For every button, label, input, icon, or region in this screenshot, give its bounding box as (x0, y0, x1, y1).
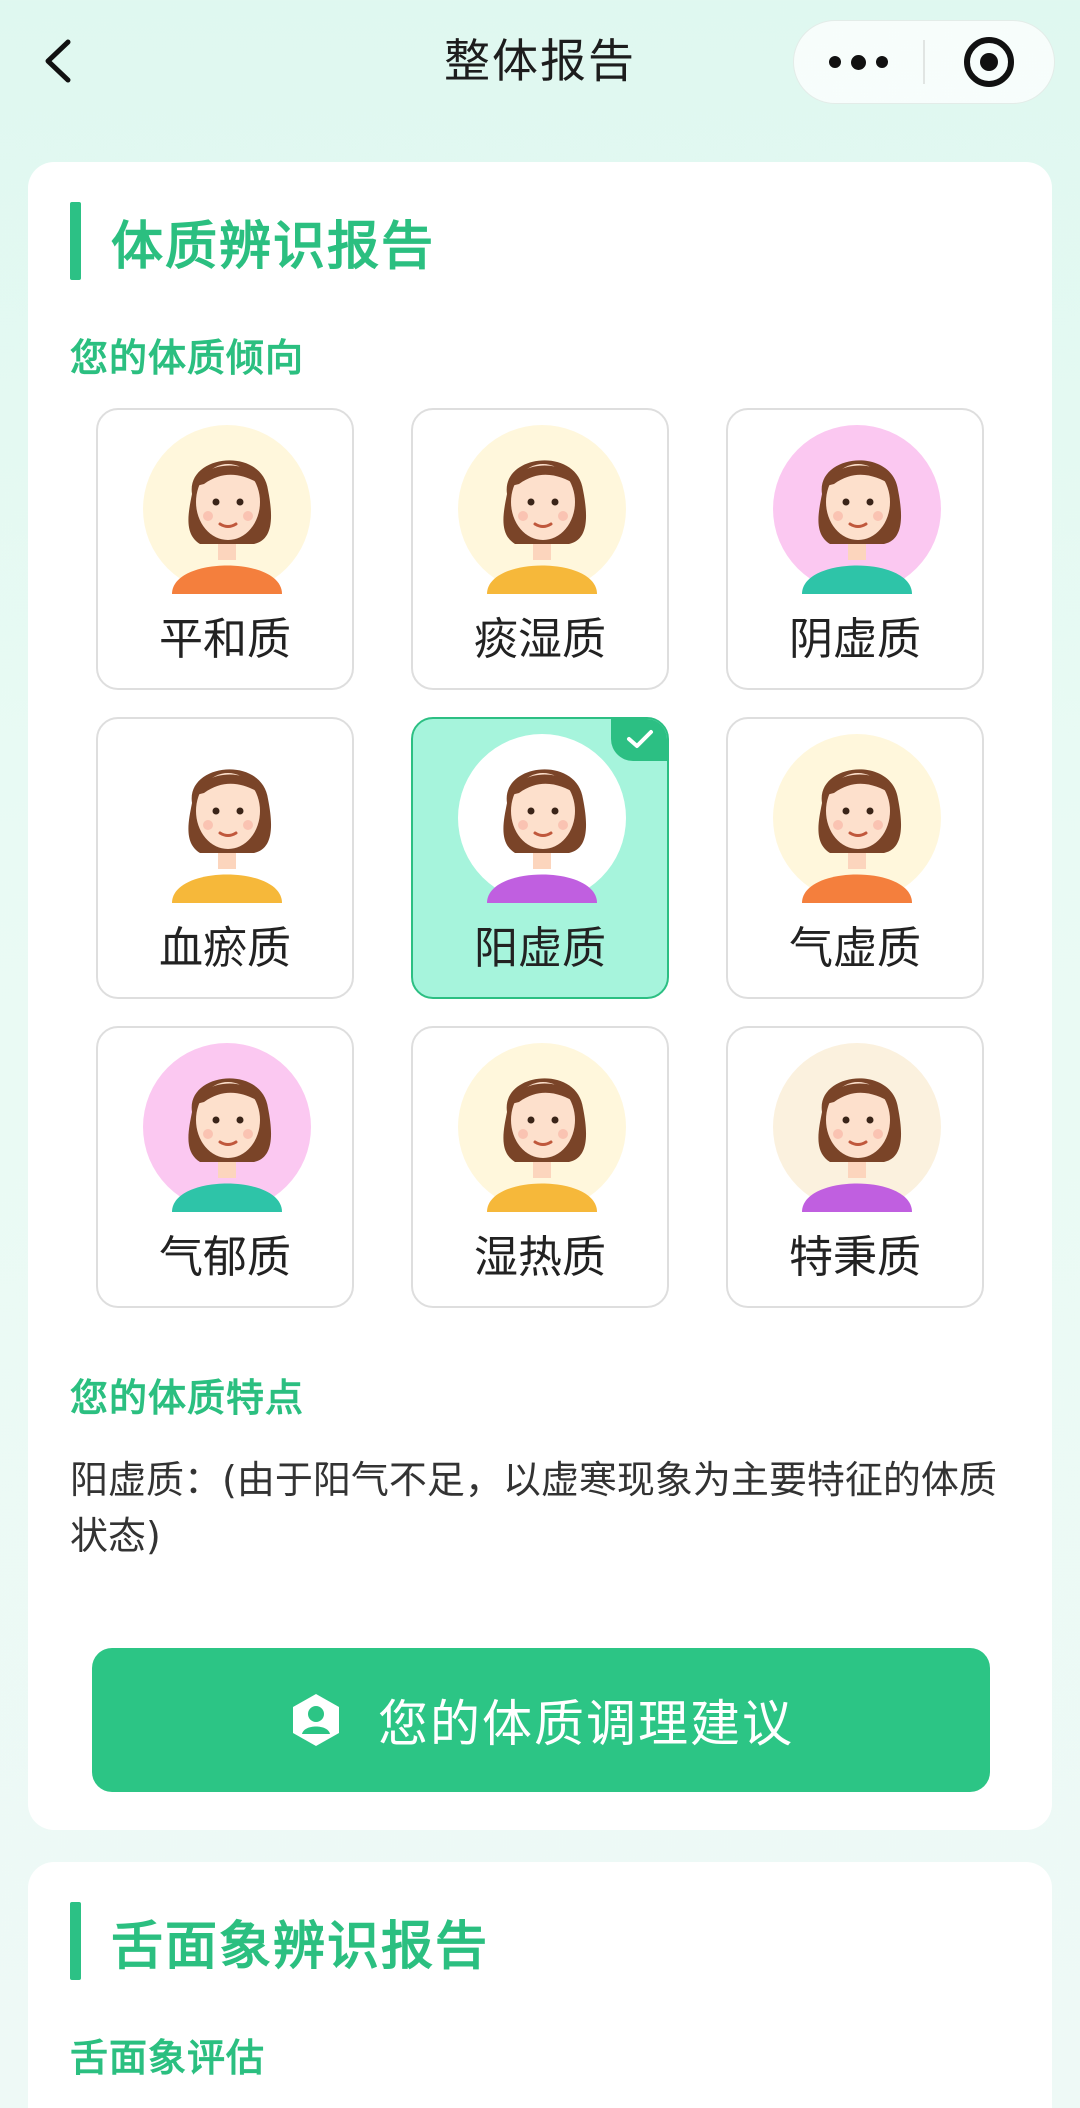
card-header: 体质辨识报告 (70, 202, 435, 280)
avatar (772, 1042, 942, 1212)
avatar (457, 424, 627, 594)
constitution-label: 气虚质 (789, 923, 921, 974)
more-button[interactable] (794, 20, 923, 104)
feature-description: 阳虚质：(由于阳气不足，以虚寒现象为主要特征的体质状态) (70, 1458, 997, 1558)
constitution-tile[interactable]: 特秉质 (726, 1026, 984, 1308)
evaluation-heading: 舌面象评估 (70, 2036, 266, 2080)
avatar (772, 733, 942, 903)
avatar (142, 1042, 312, 1212)
accent-bar (70, 202, 81, 280)
avatar (772, 424, 942, 594)
constitution-label: 痰湿质 (474, 614, 606, 665)
user-shield-icon (293, 1694, 339, 1746)
constitution-label: 特秉质 (789, 1232, 921, 1283)
advice-button-label: 您的体质调理建议 (378, 1695, 794, 1753)
avatar (142, 733, 312, 903)
constitution-label: 血瘀质 (159, 923, 291, 974)
constitution-tile[interactable]: 阴虚质 (726, 408, 984, 690)
card-title: 舌面象辨识报告 (111, 1916, 490, 1977)
more-dots-icon (829, 56, 841, 68)
feature-heading: 您的体质特点 (70, 1376, 305, 1420)
tendency-heading: 您的体质倾向 (70, 336, 305, 380)
constitution-label: 湿热质 (474, 1232, 606, 1283)
constitution-label: 平和质 (159, 614, 291, 665)
constitution-tile[interactable]: 湿热质 (411, 1026, 669, 1308)
nav-bar: 整体报告 (0, 0, 1080, 125)
constitution-label: 阳虚质 (474, 923, 606, 974)
constitution-tile[interactable]: 血瘀质 (96, 717, 354, 999)
constitution-tile[interactable]: 气虚质 (726, 717, 984, 999)
tongue-report-card: 舌面象辨识报告 舌面象评估 (28, 1862, 1052, 2108)
constitution-tile[interactable]: 气郁质 (96, 1026, 354, 1308)
avatar (457, 1042, 627, 1212)
avatar (142, 424, 312, 594)
close-miniprogram-button[interactable] (925, 20, 1054, 104)
avatar (457, 733, 627, 903)
constitution-grid: 平和质 痰湿质 阴虚质血瘀质 阳虚质 气虚质气郁质 湿热质 特秉质 (96, 408, 984, 1308)
constitution-label: 阴虚质 (789, 614, 921, 665)
constitution-tile[interactable]: 阳虚质 (411, 717, 669, 999)
card-title: 体质辨识报告 (111, 216, 436, 277)
constitution-tile[interactable]: 痰湿质 (411, 408, 669, 690)
constitution-tile[interactable]: 平和质 (96, 408, 354, 690)
card-header: 舌面象辨识报告 (70, 1902, 489, 1980)
checkmark-icon (611, 719, 667, 761)
accent-bar (70, 1902, 81, 1980)
constitution-report-card: 体质辨识报告 您的体质倾向 平和质 痰湿质 阴虚质血瘀质 阳虚质 气虚质气郁质 湿热质 特秉… (28, 162, 1052, 1830)
advice-button[interactable]: 您的体质调理建议 (92, 1648, 990, 1792)
constitution-label: 气郁质 (159, 1232, 291, 1283)
mini-program-capsule (793, 20, 1055, 104)
target-icon (964, 37, 1015, 87)
